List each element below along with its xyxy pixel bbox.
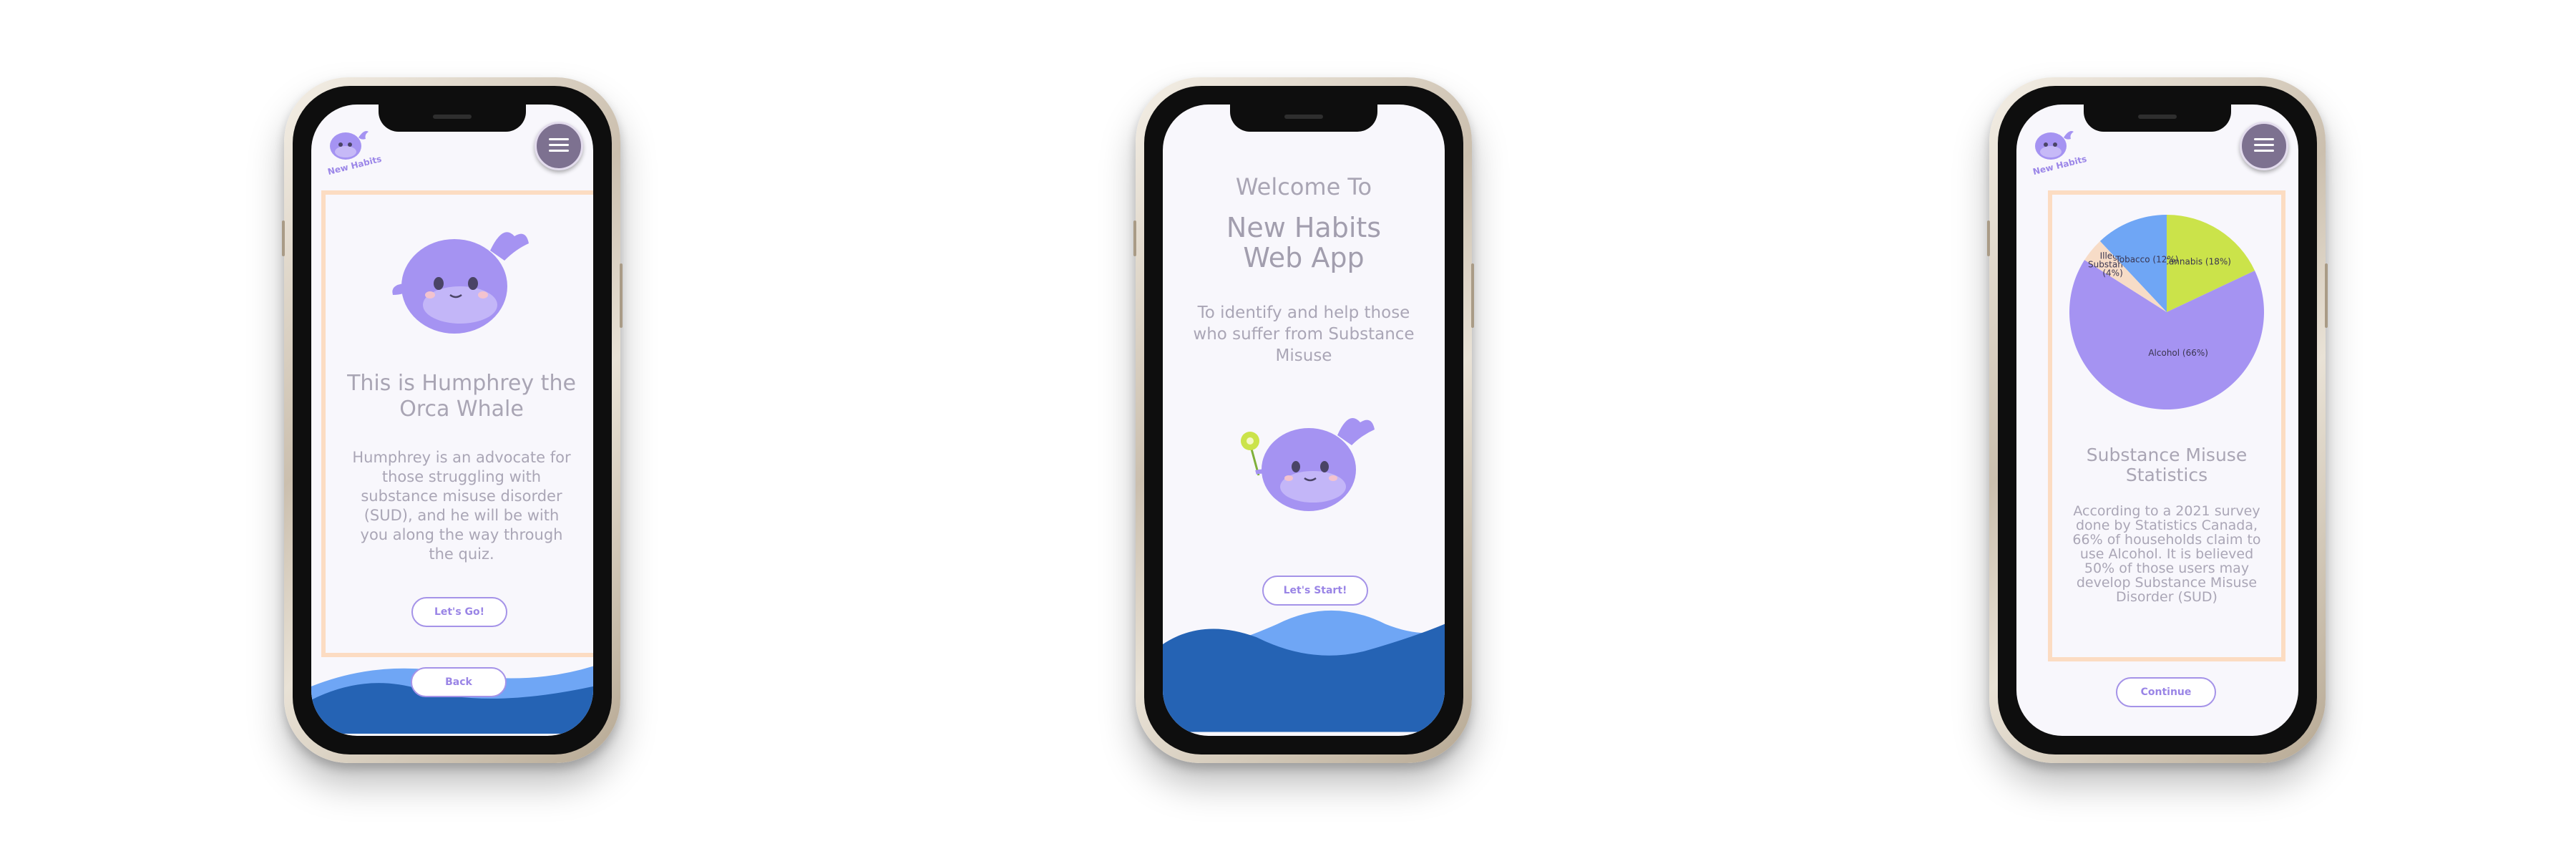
lets-go-button[interactable]: Let's Go! (411, 597, 507, 627)
volume-button (1987, 220, 1990, 256)
hamburger-menu-button[interactable] (535, 122, 583, 170)
statistics-title: Substance Misuse Statistics (2086, 445, 2248, 485)
pie-label-tobacco: Tobacco (12%) (2114, 254, 2178, 264)
power-button (620, 263, 623, 328)
welcome-text: Welcome To (1235, 173, 1372, 200)
phone-mockup-left: New Habits This is Humphrey the Orca Wha… (282, 77, 623, 763)
screen-intro: New Habits This is Humphrey the Orca Wha… (311, 105, 593, 736)
continue-button[interactable]: Continue (2116, 677, 2216, 707)
ocean-waves (1163, 610, 1445, 732)
volume-button (1133, 220, 1136, 256)
pie-label-alcohol: Alcohol (66%) (2148, 348, 2208, 358)
humphrey-orca-icon (392, 232, 529, 334)
screen-statistics: New Habits Cannabis (18%) Alcohol (66%) Il… (2016, 105, 2298, 736)
notch (1230, 105, 1377, 132)
app-name-line2: Web App (1243, 242, 1365, 273)
power-button (1471, 263, 1474, 328)
notch (379, 105, 526, 132)
tagline: To identify and help those who suffer fr… (1193, 304, 1415, 365)
statistics-description: According to a 2021 survey done by Stati… (2072, 503, 2261, 605)
screen-welcome: Welcome To New Habits Web App To identif… (1163, 105, 1445, 736)
phone-bezel: Welcome To New Habits Web App To identif… (1144, 86, 1463, 754)
phone-bezel: New Habits This is Humphrey the Orca Wha… (293, 86, 612, 754)
back-button[interactable]: Back (411, 667, 507, 697)
hamburger-menu-button[interactable] (2240, 122, 2288, 170)
power-button (2325, 263, 2328, 328)
phone-bezel: New Habits Cannabis (18%) Alcohol (66%) Il… (1998, 86, 2317, 754)
phone-mockup-center: Welcome To New Habits Web App To identif… (1133, 77, 1474, 763)
intro-description: Humphrey is an advocate for those strugg… (352, 449, 571, 563)
humphrey-with-flower-icon (1241, 418, 1375, 511)
phone-mockup-right: New Habits Cannabis (18%) Alcohol (66%) Il… (1987, 77, 2328, 763)
intro-card: This is Humphrey the Orca Whale Humphrey… (321, 190, 593, 657)
substance-pie-chart: Cannabis (18%)Alcohol (66%)Illegal Substa… (2069, 215, 2264, 409)
statistics-card: Cannabis (18%) Alcohol (66%) Illegal Substa… (2048, 190, 2285, 661)
intro-title: This is Humphrey the Orca Whale (347, 371, 576, 422)
app-name-line1: New Habits (1226, 212, 1382, 243)
volume-button (282, 220, 285, 256)
notch (2084, 105, 2231, 132)
